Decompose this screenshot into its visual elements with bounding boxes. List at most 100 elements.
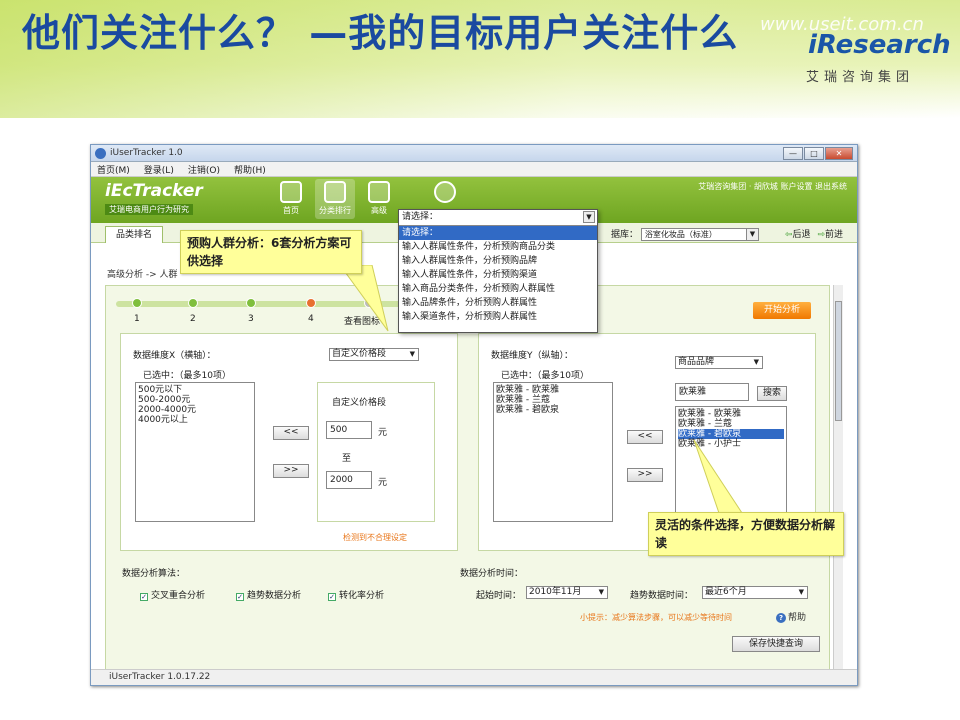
window-titlebar: iUserTracker 1.0 — □ ✕ [91,145,857,162]
move-left-button-y[interactable]: << [627,430,663,444]
price-to-unit: 元 [378,478,388,488]
back-button[interactable]: 后退 [793,230,811,240]
checkbox-cross-overlap[interactable]: ✓ 交叉重合分析 [140,588,205,601]
advanced-icon [368,181,390,203]
search-button[interactable]: 搜索 [757,386,787,401]
help-link[interactable]: ? 帮助 [776,610,806,623]
list-item[interactable]: 2000-4000元 [138,405,252,415]
scheme-option[interactable]: 输入渠道条件，分析预购人群属性 [399,310,597,324]
price-from-input[interactable]: 500 [326,421,372,439]
settings-area: 数据分析算法： ✓ 交叉重合分析 ✓ 趋势数据分析 ✓ 转化率分析 数据分析时间： 起… [120,558,820,673]
vertical-scrollbar[interactable] [833,285,843,680]
scheme-option[interactable]: 输入人群属性条件，分析预购商品分类 [399,240,597,254]
brand-search-input[interactable]: 欧莱雅 [675,383,749,401]
nav-advanced[interactable]: 高级 [359,179,399,219]
move-right-button-y[interactable]: >> [627,468,663,482]
checkbox-trend[interactable]: ✓ 趋势数据分析 [236,588,301,601]
start-time-value: 2010年11月 [529,587,582,597]
start-analysis-button[interactable]: 开始分析 [753,302,811,319]
close-button[interactable]: ✕ [825,147,853,160]
checkbox-label: 交叉重合分析 [151,591,206,601]
iresearch-logo: iResearch [808,30,951,60]
dimension-x-selected-label: 已选中：（最多10项） [143,371,231,381]
menu-login[interactable]: 登录(L) [144,163,174,176]
scrollbar-thumb[interactable] [835,301,842,421]
nav-home[interactable]: 首页 [271,179,311,219]
breadcrumb: 高级分析 -> 人群 [107,270,178,280]
dimension-y-title: 数据维度Y（纵轴）： [491,351,573,361]
home-icon [280,181,302,203]
checkbox-conversion[interactable]: ✓ 转化率分析 [328,588,384,601]
maximize-button[interactable]: □ [804,147,824,160]
database-value: 浴室化妆品（标准） [644,230,717,239]
back-arrow-icon: ⇦ [785,230,793,240]
validation-warning: 检测到不合理设定 [343,533,407,542]
start-time-select[interactable]: 2010年11月 ▼ [526,586,608,599]
step-1-dot[interactable] [132,298,142,308]
forward-button[interactable]: 前进 [825,230,843,240]
tab-category-rank[interactable]: 品类排名 [105,226,164,243]
check-icon: ✓ [236,593,244,601]
menu-help[interactable]: 帮助(H) [234,163,266,176]
database-label: 据库： [611,230,639,240]
dimension-y-select-value: 商品品牌 [678,357,715,367]
scheme-option[interactable]: 输入商品分类条件，分析预购人群属性 [399,282,597,296]
forward-arrow-icon: ⇨ [817,230,825,240]
dropdown-arrow-icon: ▼ [745,229,758,240]
scheme-dropdown-value[interactable]: 请选择： ▼ [399,210,597,226]
list-item[interactable]: 欧莱雅 - 碧欧泉 [496,405,610,415]
menu-home[interactable]: 首页(M) [97,163,130,176]
step-2-dot[interactable] [188,298,198,308]
nav-category-rank[interactable]: 分类排行 [315,179,355,219]
scheme-option[interactable]: 输入品牌条件，分析预购人群属性 [399,296,597,310]
scheme-option[interactable]: 输入人群属性条件，分析预购品牌 [399,254,597,268]
menu-logout[interactable]: 注销(O) [188,163,220,176]
list-item[interactable]: 欧莱雅 - 兰蔻 [496,395,610,405]
list-item[interactable]: 500元以下 [138,385,252,395]
trend-time-select[interactable]: 最近6个月 ▼ [702,586,808,599]
dimension-y-select[interactable]: 商品品牌 ▼ [675,356,763,369]
list-item[interactable]: 欧莱雅 - 兰蔻 [678,419,784,429]
minimize-button[interactable]: — [783,147,803,160]
scheme-dropdown[interactable]: 请选择： ▼ 请选择： 输入人群属性条件，分析预购商品分类 输入人群属性条件，分析… [398,209,598,333]
scheme-option[interactable]: 输入人群属性条件，分析预购渠道 [399,268,597,282]
dimension-x-select[interactable]: 自定义价格段 ▼ [329,348,419,361]
list-item[interactable]: 欧莱雅 - 欧莱雅 [496,385,610,395]
callout-left: 预购人群分析：6套分析方案可供选择 [180,230,362,274]
checkbox-label: 趋势数据分析 [247,591,302,601]
trend-time-label: 趋势数据时间： [630,591,694,601]
nav-advanced-label: 高级 [371,206,387,215]
dimension-x-selected-list[interactable]: 500元以下 500-2000元 2000-4000元 4000元以上 [135,382,255,522]
scheme-dropdown-head: 请选择： [402,212,439,222]
tip-text: 小提示：减少算法步骤，可以减少等待时间 [580,613,732,622]
step-1-label: 1 [134,314,140,324]
step-2-label: 2 [190,314,196,324]
app-icon [95,147,106,159]
help-label: 帮助 [788,613,807,623]
dropdown-arrow-icon: ▼ [409,350,415,358]
list-item[interactable]: 4000元以上 [138,415,252,425]
dimension-x-select-value: 自定义价格段 [332,349,387,359]
scheme-option[interactable]: 请选择： [399,226,597,240]
database-select[interactable]: 浴室化妆品（标准） ▼ [640,228,759,241]
history-nav: ⇦后退 ⇨前进 [785,227,843,240]
brand-subtitle: 艾瑞电商用户行为研究 [105,204,193,215]
bar-chart-icon [324,181,346,203]
move-right-button-x[interactable]: >> [273,464,309,478]
dimension-y-selected-label: 已选中：（最多10项） [501,371,589,381]
price-to-input[interactable]: 2000 [326,471,372,489]
list-item[interactable]: 500-2000元 [138,395,252,405]
dropdown-arrow-icon: ▼ [798,588,804,596]
dimension-x-title: 数据维度X（横轴）： [133,351,216,361]
window-controls: — □ ✕ [783,147,853,160]
list-item[interactable]: 欧莱雅 - 欧莱雅 [678,409,784,419]
dimension-y-selected-list[interactable]: 欧莱雅 - 欧莱雅 欧莱雅 - 兰蔻 欧莱雅 - 碧欧泉 [493,382,613,522]
step-3-dot[interactable] [246,298,256,308]
account-links[interactable]: 艾瑞咨询集团 · 胡欣城 账户设置 退出系统 [698,181,847,192]
price-range-box: 自定义价格段 500 元 至 2000 元 [317,382,435,522]
algorithm-title: 数据分析算法： [122,569,186,579]
list-item[interactable]: 欧莱雅 - 碧欧泉 [678,429,784,439]
globe-icon [434,181,456,203]
save-query-button[interactable]: 保存快捷查询 [732,636,820,652]
move-left-button-x[interactable]: << [273,426,309,440]
